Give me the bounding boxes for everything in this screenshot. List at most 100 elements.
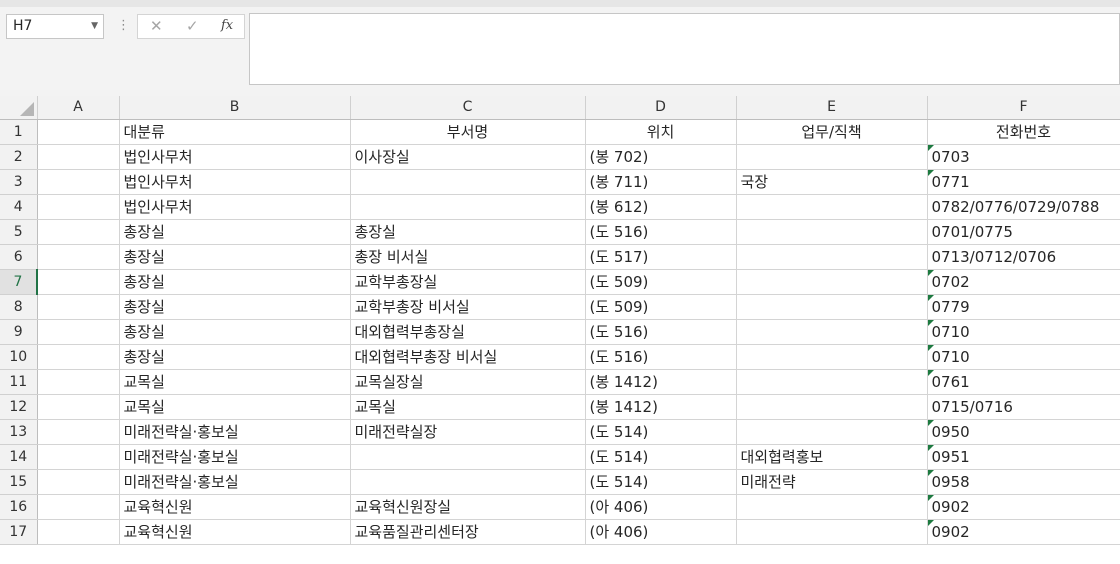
cell-f15[interactable]: 0958	[927, 469, 1120, 495]
cell-e16[interactable]	[736, 494, 928, 520]
cell-a11[interactable]	[37, 369, 120, 395]
cell-a2[interactable]	[37, 144, 120, 170]
cell-b16[interactable]: 교육혁신원	[119, 494, 351, 520]
cell-a14[interactable]	[37, 444, 120, 470]
cell-b6[interactable]: 총장실	[119, 244, 351, 270]
cell-b15[interactable]: 미래전략실·홍보실	[119, 469, 351, 495]
row-header[interactable]: 16	[0, 494, 38, 520]
cell-a15[interactable]	[37, 469, 120, 495]
cell-c11[interactable]: 교목실장실	[350, 369, 586, 395]
cell-a3[interactable]	[37, 169, 120, 195]
cell-d17[interactable]: (아 406)	[585, 519, 737, 545]
cell-d6[interactable]: (도 517)	[585, 244, 737, 270]
cell-d16[interactable]: (아 406)	[585, 494, 737, 520]
cell-d15[interactable]: (도 514)	[585, 469, 737, 495]
cell-a4[interactable]	[37, 194, 120, 220]
cell-a16[interactable]	[37, 494, 120, 520]
cell-c3[interactable]	[350, 169, 586, 195]
cell-a13[interactable]	[37, 419, 120, 445]
row-header[interactable]: 4	[0, 194, 38, 220]
cell-f14[interactable]: 0951	[927, 444, 1120, 470]
cell-f11[interactable]: 0761	[927, 369, 1120, 395]
cell-b13[interactable]: 미래전략실·홍보실	[119, 419, 351, 445]
cell-e13[interactable]	[736, 419, 928, 445]
cell-d10[interactable]: (도 516)	[585, 344, 737, 370]
cell-d4[interactable]: (봉 612)	[585, 194, 737, 220]
row-header[interactable]: 6	[0, 244, 38, 270]
cell-f12[interactable]: 0715/0716	[927, 394, 1120, 420]
cell-b10[interactable]: 총장실	[119, 344, 351, 370]
column-header-f[interactable]: F	[927, 96, 1120, 120]
cell-d9[interactable]: (도 516)	[585, 319, 737, 345]
cell-d11[interactable]: (봉 1412)	[585, 369, 737, 395]
cell-a9[interactable]	[37, 319, 120, 345]
cell-f10[interactable]: 0710	[927, 344, 1120, 370]
cell-c15[interactable]	[350, 469, 586, 495]
cell-d8[interactable]: (도 509)	[585, 294, 737, 320]
cell-e6[interactable]	[736, 244, 928, 270]
column-header-b[interactable]: B	[119, 96, 351, 120]
cell-c4[interactable]	[350, 194, 586, 220]
cell-a7[interactable]	[37, 269, 120, 295]
cell-b3[interactable]: 법인사무처	[119, 169, 351, 195]
cell-d1[interactable]: 위치	[585, 119, 737, 145]
cell-f9[interactable]: 0710	[927, 319, 1120, 345]
cell-c14[interactable]	[350, 444, 586, 470]
cell-f3[interactable]: 0771	[927, 169, 1120, 195]
cell-b2[interactable]: 법인사무처	[119, 144, 351, 170]
cell-f16[interactable]: 0902	[927, 494, 1120, 520]
cell-b5[interactable]: 총장실	[119, 219, 351, 245]
cell-c9[interactable]: 대외협력부총장실	[350, 319, 586, 345]
cell-b17[interactable]: 교육혁신원	[119, 519, 351, 545]
cell-c8[interactable]: 교학부총장 비서실	[350, 294, 586, 320]
cell-b1[interactable]: 대분류	[119, 119, 351, 145]
cell-b11[interactable]: 교목실	[119, 369, 351, 395]
row-header[interactable]: 2	[0, 144, 38, 170]
cell-b12[interactable]: 교목실	[119, 394, 351, 420]
cell-a17[interactable]	[37, 519, 120, 545]
cell-f1[interactable]: 전화번호	[927, 119, 1120, 145]
cell-a8[interactable]	[37, 294, 120, 320]
column-header-e[interactable]: E	[736, 96, 928, 120]
row-header[interactable]: 3	[0, 169, 38, 195]
cell-b8[interactable]: 총장실	[119, 294, 351, 320]
cell-c7[interactable]: 교학부총장실	[350, 269, 586, 295]
cell-d5[interactable]: (도 516)	[585, 219, 737, 245]
row-header[interactable]: 8	[0, 294, 38, 320]
cell-c12[interactable]: 교목실	[350, 394, 586, 420]
cell-a5[interactable]	[37, 219, 120, 245]
cell-c17[interactable]: 교육품질관리센터장	[350, 519, 586, 545]
row-header[interactable]: 7	[0, 269, 38, 295]
cell-f8[interactable]: 0779	[927, 294, 1120, 320]
cell-c1[interactable]: 부서명	[350, 119, 586, 145]
cell-a1[interactable]	[37, 119, 120, 145]
cell-d3[interactable]: (봉 711)	[585, 169, 737, 195]
column-header-c[interactable]: C	[350, 96, 586, 120]
cell-d12[interactable]: (봉 1412)	[585, 394, 737, 420]
cell-e10[interactable]	[736, 344, 928, 370]
cell-c5[interactable]: 총장실	[350, 219, 586, 245]
cell-c16[interactable]: 교육혁신원장실	[350, 494, 586, 520]
name-box[interactable]: H7 ▼	[6, 14, 104, 39]
cell-a12[interactable]	[37, 394, 120, 420]
cell-f2[interactable]: 0703	[927, 144, 1120, 170]
cell-e9[interactable]	[736, 319, 928, 345]
cell-b14[interactable]: 미래전략실·홍보실	[119, 444, 351, 470]
cell-e4[interactable]	[736, 194, 928, 220]
cell-e7[interactable]	[736, 269, 928, 295]
cell-e2[interactable]	[736, 144, 928, 170]
insert-function-icon[interactable]: fx	[221, 18, 233, 33]
cell-c13[interactable]: 미래전략실장	[350, 419, 586, 445]
cell-e1[interactable]: 업무/직책	[736, 119, 928, 145]
cell-c2[interactable]: 이사장실	[350, 144, 586, 170]
cell-e11[interactable]	[736, 369, 928, 395]
cell-d13[interactable]: (도 514)	[585, 419, 737, 445]
row-header[interactable]: 17	[0, 519, 38, 545]
cell-c10[interactable]: 대외협력부총장 비서실	[350, 344, 586, 370]
cell-e5[interactable]	[736, 219, 928, 245]
cell-e14[interactable]: 대외협력홍보	[736, 444, 928, 470]
row-header[interactable]: 11	[0, 369, 38, 395]
grip-dots-icon[interactable]: ⋮	[117, 18, 130, 33]
row-header[interactable]: 9	[0, 319, 38, 345]
cancel-icon[interactable]: ✕	[150, 17, 163, 35]
